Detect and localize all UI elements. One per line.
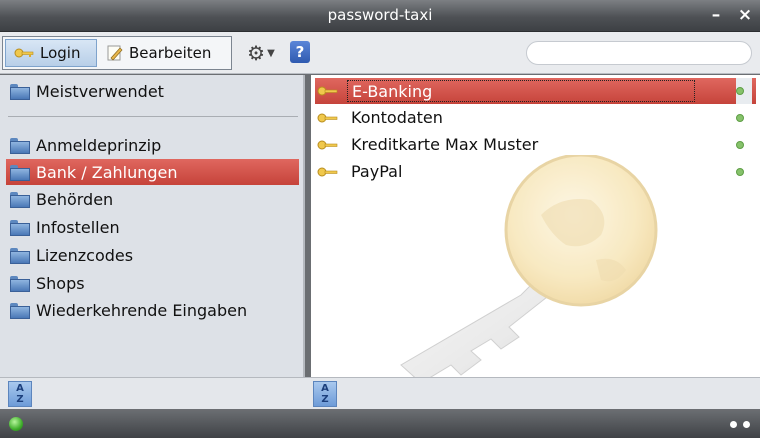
key-icon [317, 113, 338, 123]
sort-letter: Z [16, 394, 24, 405]
status-bar [0, 409, 760, 438]
folder-icon [10, 192, 30, 208]
sidebar-item-lizenzcodes[interactable]: Lizenzcodes [6, 242, 299, 268]
key-icon [317, 167, 338, 177]
edit-tab[interactable]: Bearbeiten [99, 39, 227, 67]
folder-icon [10, 220, 30, 236]
sidebar-item-wiederkehrende-eingaben[interactable]: Wiederkehrende Eingaben [6, 297, 299, 323]
folder-icon [10, 84, 30, 100]
entry-row[interactable]: PayPal [315, 159, 756, 185]
sidebar-item-label: Infostellen [36, 217, 120, 237]
dot-icon [743, 421, 750, 428]
key-icon [14, 48, 34, 58]
settings-button[interactable]: ⚙ ▼ [238, 38, 284, 68]
sort-letter: A [321, 383, 329, 394]
category-panel: Meistverwendet Anmeldeprinzip Bank / Zah… [0, 75, 305, 377]
folder-icon [10, 303, 30, 319]
entry-label: E-Banking [347, 80, 695, 102]
window-title: password-taxi [327, 6, 433, 24]
minimize-icon[interactable]: – [705, 3, 727, 27]
mode-tabs: Login Bearbeiten [2, 36, 232, 70]
folder-icon [10, 165, 30, 181]
sidebar-item-infostellen[interactable]: Infostellen [6, 214, 299, 240]
sort-az-button[interactable]: A Z [8, 381, 32, 407]
sidebar-item-label: Meistverwendet [36, 81, 164, 101]
folder-icon [10, 138, 30, 154]
sidebar-item-label: Lizenzcodes [36, 245, 134, 265]
entry-row[interactable]: Kreditkarte Max Muster [315, 132, 756, 158]
status-dot-icon [736, 114, 744, 122]
key-icon [317, 86, 338, 96]
sidebar-item-label: Behörden [36, 189, 114, 209]
entry-row[interactable]: Kontodaten [315, 105, 756, 131]
entry-label: Kreditkarte Max Muster [351, 135, 539, 154]
close-icon[interactable]: × [734, 3, 756, 27]
toolbar: Login Bearbeiten ⚙ ▼ ? [0, 32, 760, 74]
entry-row[interactable]: E-Banking [315, 78, 756, 104]
status-led-icon [9, 417, 23, 431]
gear-icon: ⚙ [247, 41, 266, 65]
key-icon [317, 140, 338, 150]
login-tab[interactable]: Login [5, 39, 97, 67]
sort-letter: A [16, 383, 24, 394]
status-dot-icon [736, 141, 744, 149]
pencil-icon [107, 45, 123, 61]
sidebar-item-shops[interactable]: Shops [6, 270, 299, 296]
folder-icon [10, 276, 30, 292]
sort-bar: A Z A Z [0, 377, 760, 409]
sidebar-item-behoerden[interactable]: Behörden [6, 186, 299, 212]
title-bar: password-taxi – × [0, 0, 760, 32]
entry-label: Kontodaten [351, 108, 443, 127]
sort-letter: Z [321, 394, 329, 405]
sort-az-button[interactable]: A Z [313, 381, 337, 407]
sidebar-item-meistverwendet[interactable]: Meistverwendet [6, 78, 299, 104]
status-dot-icon [736, 168, 744, 176]
divider [8, 116, 298, 117]
sidebar-item-label: Shops [36, 273, 85, 293]
sidebar-item-label: Anmeldeprinzip [36, 135, 162, 155]
login-label: Login [40, 44, 81, 62]
sidebar-item-bank-zahlungen[interactable]: Bank / Zahlungen [6, 159, 299, 185]
key-watermark-icon [400, 155, 658, 377]
folder-icon [10, 248, 30, 264]
entry-panel: E-Banking Kontodaten Kreditkarte Max Mus… [311, 75, 760, 377]
sidebar-item-anmeldeprinzip[interactable]: Anmeldeprinzip [6, 132, 299, 158]
status-dot-icon [736, 87, 744, 95]
dot-icon [730, 421, 737, 428]
sidebar-item-label: Wiederkehrende Eingaben [36, 300, 248, 320]
search-input[interactable] [526, 41, 752, 65]
sidebar-item-label: Bank / Zahlungen [36, 162, 178, 182]
chevron-down-icon: ▼ [267, 47, 275, 59]
entry-label: PayPal [351, 162, 403, 181]
help-button[interactable]: ? [290, 41, 310, 63]
edit-label: Bearbeiten [129, 44, 212, 62]
